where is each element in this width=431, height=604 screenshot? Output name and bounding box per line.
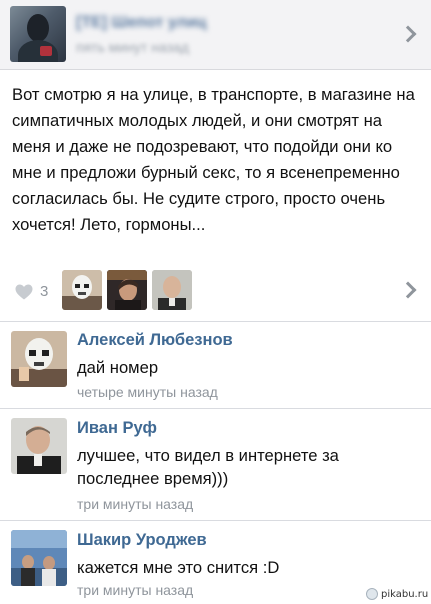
divider [0, 520, 431, 521]
chevron-right-icon[interactable] [399, 25, 417, 43]
commenter-avatar[interactable] [11, 331, 67, 387]
comment-timestamp: три минуты назад [77, 496, 194, 512]
liker-avatar[interactable] [107, 270, 147, 310]
liker-avatar[interactable] [152, 270, 192, 310]
commenter-name[interactable]: Шакир Уроджев [77, 531, 207, 550]
commenter-name[interactable]: Иван Руф [77, 419, 157, 438]
commenter-avatar[interactable] [11, 418, 67, 474]
like-count: 3 [40, 283, 49, 300]
post-author-name[interactable]: [TE] Шепот улиц [76, 14, 206, 32]
watermark: pikabu.ru [381, 589, 429, 600]
commenter-avatar[interactable] [11, 530, 67, 586]
comment-timestamp: три минуты назад [77, 582, 194, 598]
divider [0, 321, 431, 322]
comment-text: лучшее, что видел в интернете за последн… [77, 446, 339, 488]
post-text: Вот смотрю я на улице, в транспорте, в м… [12, 85, 415, 234]
comment-text: дай номер [77, 358, 159, 377]
commenter-name[interactable]: Алексей Любезнов [77, 331, 233, 350]
post-header[interactable]: [TE] Шепот улиц пять минут назад [0, 0, 431, 70]
likes-row[interactable]: 3 [0, 264, 431, 322]
heart-icon[interactable] [15, 284, 33, 300]
comment-text: кажется мне это снится :D [77, 558, 280, 577]
comment-timestamp: четыре минуты назад [77, 384, 218, 400]
community-avatar[interactable] [10, 6, 66, 62]
divider [0, 408, 431, 409]
post-timestamp: пять минут назад [76, 39, 189, 55]
liker-avatar[interactable] [62, 270, 102, 310]
pikabu-logo-icon [366, 588, 378, 600]
